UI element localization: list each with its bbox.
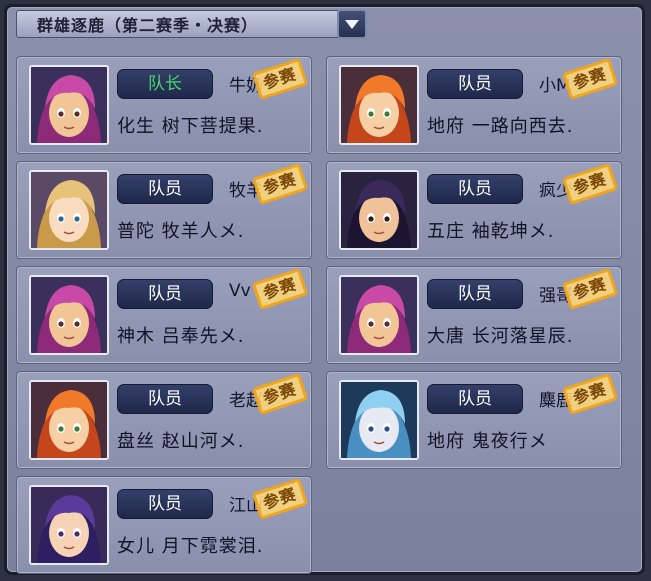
character-nickname: 树下菩提果. — [161, 116, 264, 137]
role-badge: 队员 — [427, 279, 523, 309]
role-badge: 队员 — [117, 279, 213, 309]
school-and-nickname: 普陀 牧羊人メ. — [117, 217, 244, 243]
role-badge: 队员 — [427, 384, 523, 414]
participating-stamp-label: 参赛 — [251, 162, 309, 206]
pink-hair-boy-avatar — [29, 275, 109, 355]
school-and-nickname: 地府 一路向西去. — [427, 112, 573, 138]
pink-hair-boy-avatar — [29, 65, 109, 145]
school-label: 化生 — [117, 116, 155, 137]
school-and-nickname: 地府 鬼夜行メ — [427, 427, 548, 453]
participating-stamp: 参赛 — [244, 48, 317, 109]
member-card[interactable]: 队员 牧羊 普陀 牧羊人メ. 参赛 — [16, 161, 312, 259]
participating-stamp: 参赛 — [554, 48, 627, 109]
character-nickname: 吕奉先メ. — [161, 326, 245, 347]
participating-stamp: 参赛 — [554, 258, 627, 319]
school-label: 五庄 — [427, 221, 465, 242]
school-label: 地府 — [427, 116, 465, 137]
character-nickname: 赵山河メ. — [161, 431, 245, 452]
school-and-nickname: 女儿 月下霓裳泪. — [117, 532, 263, 558]
member-card[interactable]: 队员 江山 女儿 月下霓裳泪. 参赛 — [16, 476, 312, 574]
purple-hair-girl-avatar — [29, 485, 109, 565]
pink-hair-boy-avatar — [339, 275, 419, 355]
dropdown-button[interactable] — [337, 9, 367, 39]
school-label: 神木 — [117, 326, 155, 347]
member-card[interactable]: 队员 麋鹿 地府 鬼夜行メ 参赛 — [326, 371, 622, 469]
school-and-nickname: 大唐 长河落星辰. — [427, 322, 573, 348]
school-and-nickname: 五庄 袖乾坤メ. — [427, 217, 554, 243]
character-nickname: 牧羊人メ. — [161, 221, 245, 242]
participating-stamp-label: 参赛 — [251, 372, 309, 416]
member-card[interactable]: 队员 疯少 五庄 袖乾坤メ. 参赛 — [326, 161, 622, 259]
character-nickname: 长河落星辰. — [471, 326, 574, 347]
orange-hair-avatar — [339, 65, 419, 145]
participating-stamp-label: 参赛 — [251, 477, 309, 521]
school-label: 女儿 — [117, 536, 155, 557]
participating-stamp-label: 参赛 — [251, 267, 309, 311]
competition-title: 群雄逐鹿（第二赛季・决赛） — [37, 16, 259, 35]
participating-stamp: 参赛 — [554, 363, 627, 424]
role-badge: 队员 — [427, 69, 523, 99]
school-and-nickname: 化生 树下菩提果. — [117, 112, 263, 138]
dark-hair-boy-avatar — [339, 170, 419, 250]
school-label: 普陀 — [117, 221, 155, 242]
participating-stamp-label: 参赛 — [561, 267, 619, 311]
participating-stamp: 参赛 — [244, 153, 317, 214]
orange-hair-avatar — [29, 380, 109, 460]
participating-stamp: 参赛 — [244, 258, 317, 319]
character-nickname: 一路向西去. — [471, 116, 574, 137]
member-card[interactable]: 队员 小M 地府 一路向西去. 参赛 — [326, 56, 622, 154]
role-badge: 队员 — [117, 174, 213, 204]
member-card[interactable]: 队员 强哥 大唐 长河落星辰. 参赛 — [326, 266, 622, 364]
member-card[interactable]: 队员 Vv 神木 吕奉先メ. 参赛 — [16, 266, 312, 364]
blue-hair-avatar — [339, 380, 419, 460]
character-nickname: 鬼夜行メ — [471, 431, 548, 452]
participating-stamp-label: 参赛 — [561, 372, 619, 416]
role-badge: 队长 — [117, 69, 213, 99]
school-label: 盘丝 — [117, 431, 155, 452]
role-badge: 队员 — [427, 174, 523, 204]
participating-stamp-label: 参赛 — [561, 162, 619, 206]
school-label: 大唐 — [427, 326, 465, 347]
participating-stamp: 参赛 — [554, 153, 627, 214]
school-label: 地府 — [427, 431, 465, 452]
competition-selector[interactable]: 群雄逐鹿（第二赛季・决赛） — [16, 9, 367, 39]
member-card[interactable]: 队员 老赵 盘丝 赵山河メ. 参赛 — [16, 371, 312, 469]
character-nickname: 月下霓裳泪. — [161, 536, 264, 557]
participating-stamp: 参赛 — [244, 468, 317, 529]
role-badge: 队员 — [117, 384, 213, 414]
chevron-down-icon — [345, 20, 359, 29]
participating-stamp-label: 参赛 — [251, 57, 309, 101]
blonde-girl-avatar — [29, 170, 109, 250]
school-and-nickname: 神木 吕奉先メ. — [117, 322, 244, 348]
school-and-nickname: 盘丝 赵山河メ. — [117, 427, 244, 453]
member-card[interactable]: 队长 牛奶 化生 树下菩提果. 参赛 — [16, 56, 312, 154]
character-nickname: 袖乾坤メ. — [471, 221, 555, 242]
participating-stamp: 参赛 — [244, 363, 317, 424]
participating-stamp-label: 参赛 — [561, 57, 619, 101]
role-badge: 队员 — [117, 489, 213, 519]
